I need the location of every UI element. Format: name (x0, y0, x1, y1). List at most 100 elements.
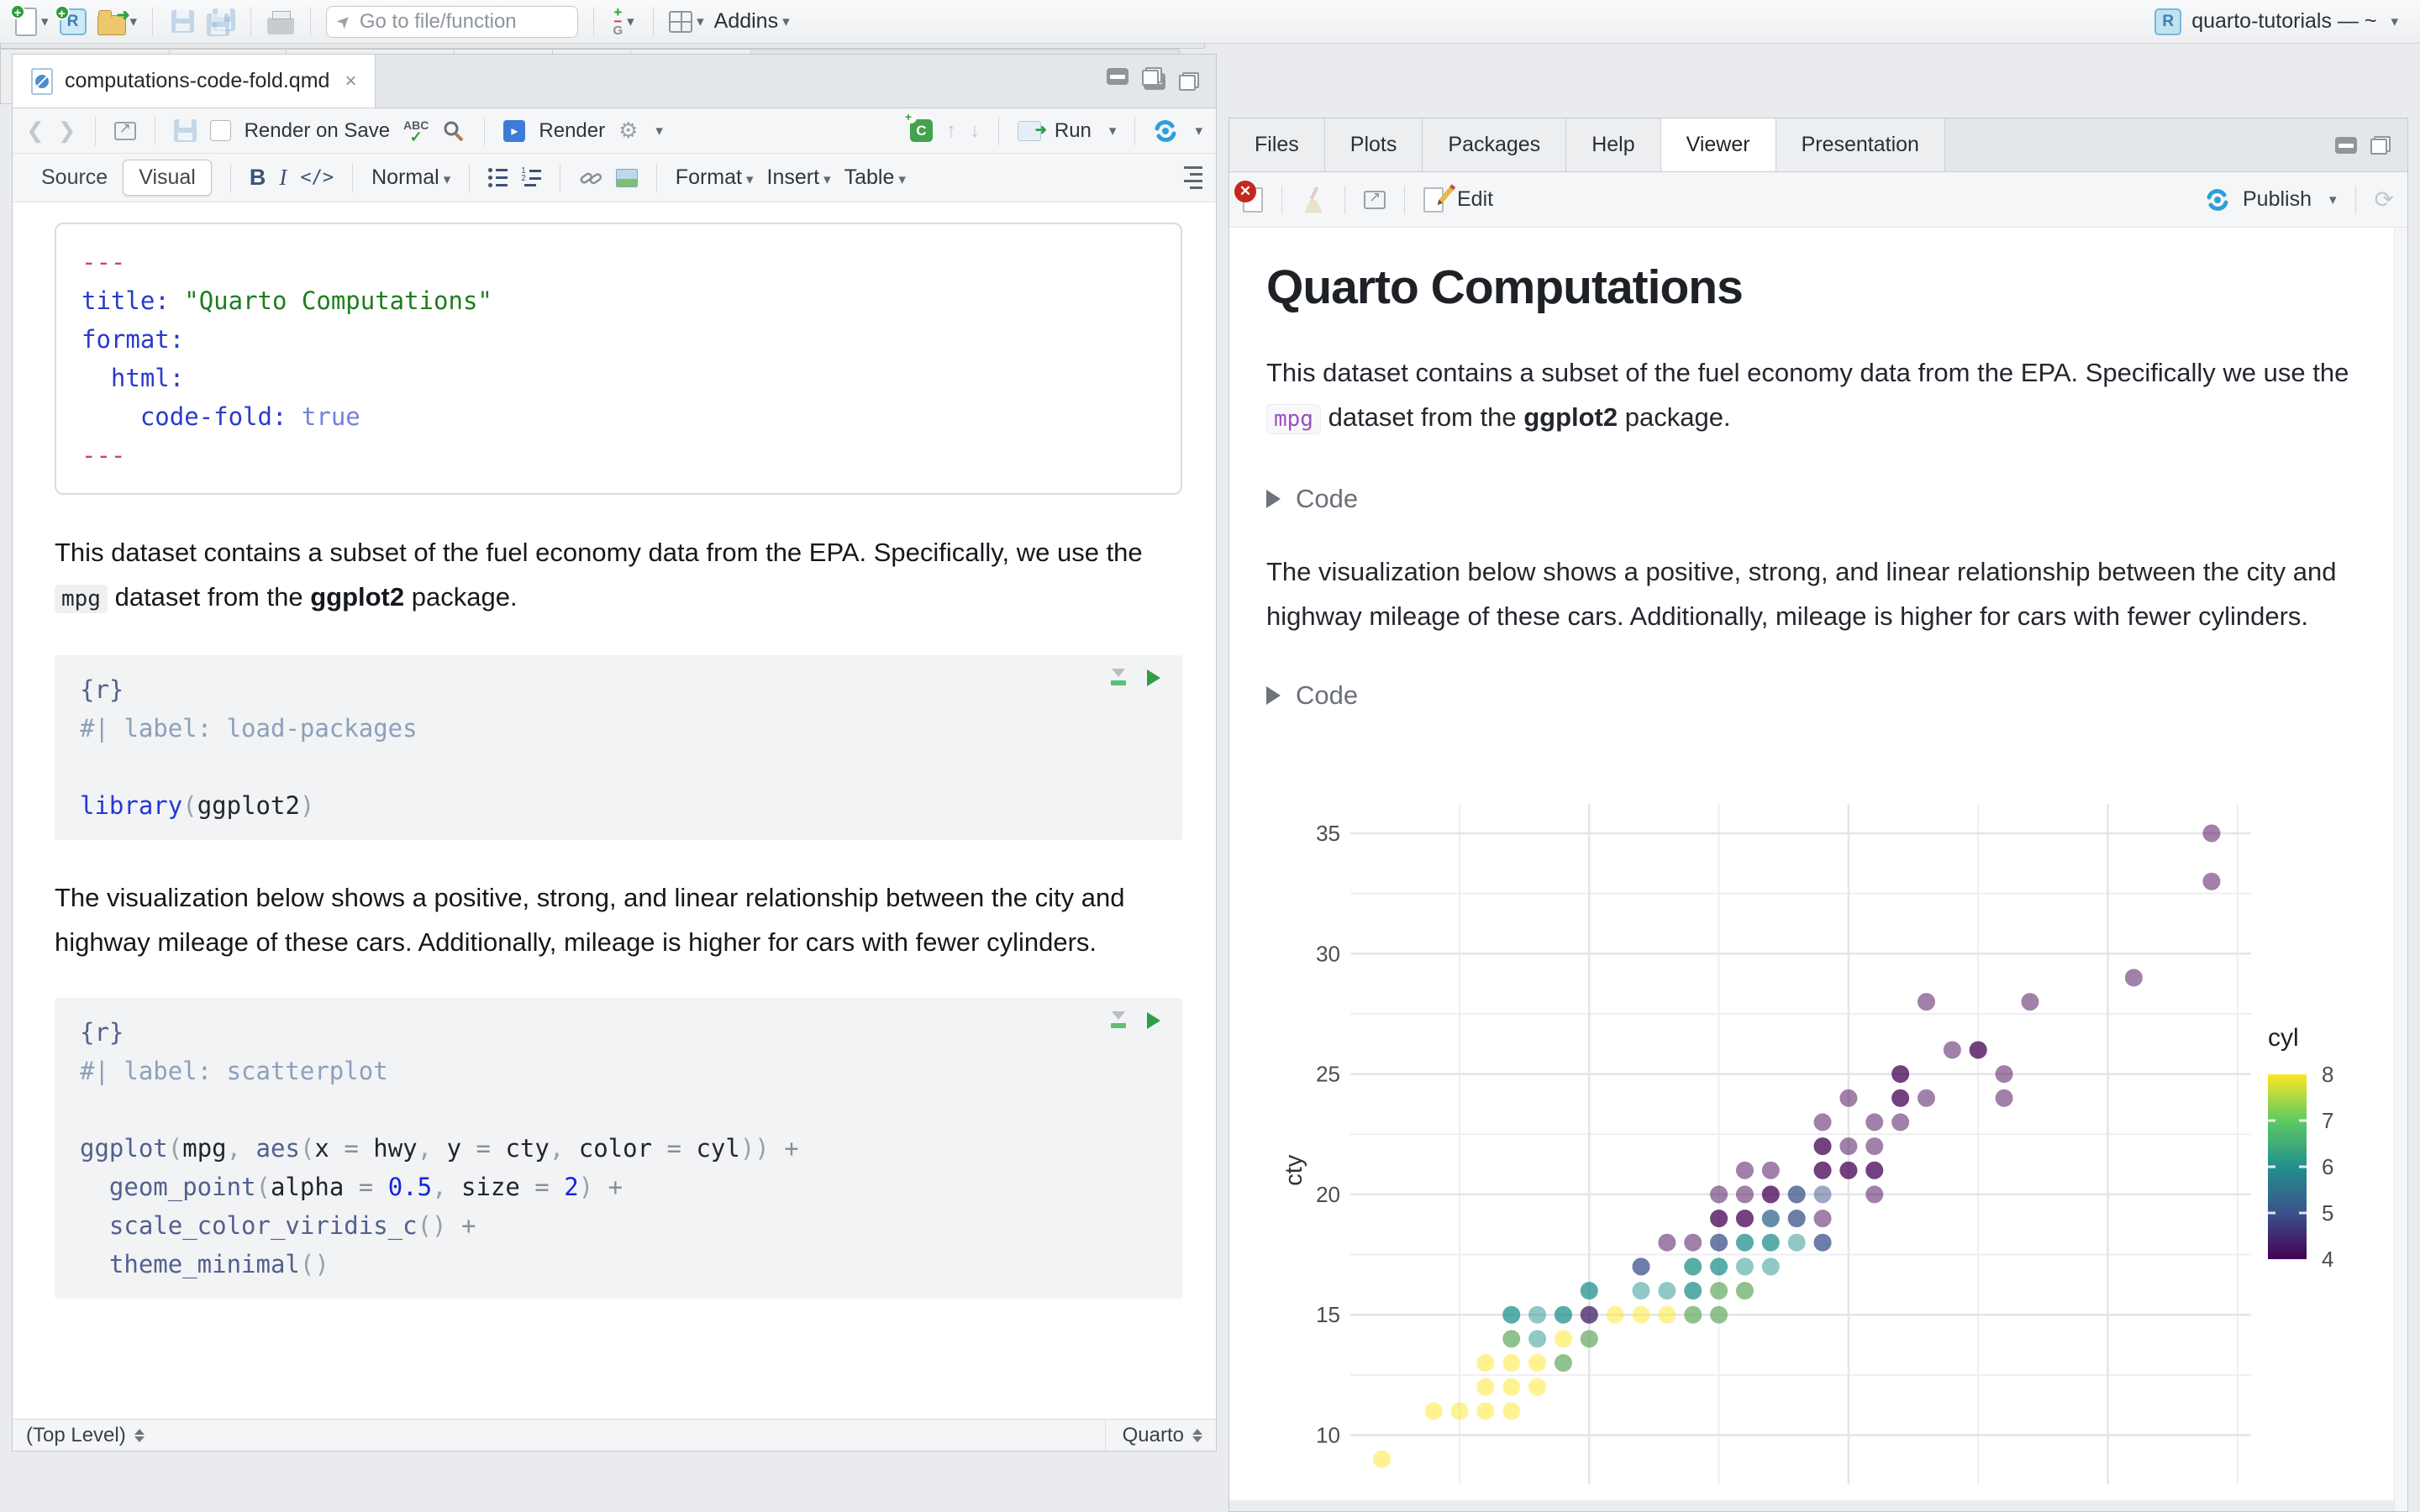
insert-menu[interactable]: Insert ▾ (767, 165, 831, 190)
italic-icon[interactable]: I (279, 165, 287, 191)
save-all-icon[interactable] (207, 5, 236, 39)
sync-menu-caret[interactable]: ▾ (1195, 123, 1202, 139)
data-point (1995, 1089, 2013, 1107)
publish-caret[interactable]: ▾ (2329, 192, 2337, 208)
code-line[interactable] (80, 748, 1157, 786)
code-line[interactable]: ggplot(mpg, aes(x = hwy, y = cty, color … (80, 1129, 1157, 1168)
yaml-front-matter[interactable]: --- title: "Quarto Computations" format: h… (55, 223, 1182, 495)
code-format-icon[interactable]: </> (300, 167, 334, 188)
maximize-pane-icon[interactable] (1179, 71, 1199, 91)
maximize-pane-icon[interactable] (1142, 67, 1162, 86)
outline-toggle-icon[interactable] (1184, 166, 1202, 189)
minimize-pane-icon[interactable] (1107, 68, 1128, 85)
run-chunk-icon[interactable] (1147, 669, 1160, 686)
save-icon[interactable] (168, 5, 197, 39)
run-chunks-above-icon[interactable] (1110, 1011, 1127, 1030)
table-menu[interactable]: Table ▾ (844, 165, 906, 190)
code-line[interactable]: --- (82, 243, 1155, 281)
tab-plots[interactable]: Plots (1324, 118, 1423, 171)
close-tab-icon[interactable]: × (345, 70, 356, 93)
maximize-pane-icon[interactable] (2370, 135, 2391, 155)
source-sync-icon[interactable] (1154, 119, 1177, 143)
render-options-caret[interactable]: ▾ (655, 123, 663, 139)
tab-presentation[interactable]: Presentation (1776, 118, 1945, 171)
spellcheck-icon[interactable]: ABC ✓ (403, 119, 429, 144)
print-icon[interactable] (266, 5, 295, 39)
code-line[interactable]: code-fold: true (82, 397, 1155, 436)
numbered-list-icon[interactable]: 1 2 (521, 167, 541, 186)
scope-caret-icon[interactable] (134, 1428, 145, 1442)
format-menu[interactable]: Format ▾ (676, 165, 754, 190)
editor-content[interactable]: --- title: "Quarto Computations" format: h… (13, 202, 1216, 1419)
image-icon[interactable] (615, 168, 638, 187)
code-line[interactable]: format: (82, 320, 1155, 359)
data-point (1813, 1210, 1832, 1228)
editor-tab[interactable]: computations-code-fold.qmd × (13, 55, 376, 108)
minimize-pane-icon[interactable] (2335, 136, 2357, 154)
tab-files[interactable]: Files (1229, 118, 1325, 171)
clear-viewer-icon[interactable]: ✕ (1234, 180, 1263, 213)
code-line[interactable]: --- (82, 436, 1155, 475)
open-new-window-icon[interactable] (113, 120, 136, 140)
code-line[interactable]: library(ggplot2) (80, 786, 1157, 825)
render-label[interactable]: Render (539, 119, 605, 143)
code-line[interactable]: title: "Quarto Computations" (82, 281, 1155, 320)
code-line[interactable]: scale_color_viridis_c() + (80, 1206, 1157, 1245)
gear-icon[interactable]: ⚙ (618, 118, 638, 144)
doc-type-selector[interactable]: Quarto (1104, 1420, 1202, 1451)
goto-file-input[interactable]: ➤ Go to file/function (326, 5, 579, 38)
run-label[interactable]: Run (1055, 119, 1092, 143)
code-line[interactable]: #| label: scatterplot (80, 1052, 1157, 1090)
code-line[interactable] (80, 1090, 1157, 1129)
data-point (1502, 1305, 1521, 1324)
code-line[interactable]: {r} (80, 1013, 1157, 1052)
new-project-icon[interactable]: R + (54, 4, 87, 39)
code-chunk-scatterplot[interactable]: {r} #| label: scatterplot ggplot(mpg, aes… (55, 998, 1182, 1299)
code-fold-toggle-2[interactable]: Code (1266, 680, 2407, 711)
search-icon[interactable] (442, 119, 466, 143)
publish-label[interactable]: Publish (2243, 187, 2312, 212)
open-in-new-window-icon[interactable] (1364, 189, 1386, 209)
new-file-icon[interactable]: + ▾ (10, 3, 49, 39)
insert-chunk-icon[interactable]: C (904, 112, 933, 142)
tab-viewer[interactable]: Viewer (1660, 118, 1776, 171)
render-icon[interactable]: ▸ (503, 119, 526, 142)
code-line[interactable]: theme_minimal() (80, 1245, 1157, 1284)
viewer-scrollbar[interactable] (2394, 228, 2407, 1511)
publish-icon[interactable] (2206, 188, 2229, 212)
bullet-list-icon[interactable] (488, 168, 508, 187)
tab-packages[interactable]: Packages (1423, 118, 1567, 171)
forward-icon[interactable]: ❯ (58, 118, 76, 144)
clear-all-broom-icon[interactable] (1301, 186, 1326, 213)
addins-menu[interactable]: Addins ▾ (714, 5, 790, 39)
version-control-icon[interactable]: + − G ▾ (609, 5, 638, 39)
code-line[interactable]: {r} (80, 670, 1157, 709)
code-fold-toggle-1[interactable]: Code (1266, 484, 2407, 514)
code-line[interactable]: #| label: load-packages (80, 709, 1157, 748)
visual-mode-button[interactable]: Visual (123, 160, 212, 196)
scope-selector[interactable]: (Top Level) (26, 1424, 126, 1447)
run-next-icon[interactable]: ↓ (970, 119, 980, 143)
save-document-icon[interactable] (173, 119, 197, 142)
run-chunk-icon[interactable] (1147, 1012, 1160, 1029)
paragraph-style-dropdown[interactable]: Normal ▾ (371, 165, 450, 190)
back-icon[interactable]: ❮ (26, 118, 45, 144)
tab-help[interactable]: Help (1566, 118, 1661, 171)
code-line[interactable]: geom_point(alpha = 0.5, size = 2) + (80, 1168, 1157, 1206)
bold-icon[interactable]: B (250, 165, 266, 191)
open-file-icon[interactable]: ➜ ▾ (97, 5, 137, 39)
run-menu-caret[interactable]: ▾ (1109, 123, 1117, 139)
code-chunk-load-packages[interactable]: {r} #| label: load-packages library(ggplo… (55, 655, 1182, 840)
source-mode-button[interactable]: Source (26, 160, 123, 195)
render-on-save-checkbox[interactable] (209, 120, 231, 141)
link-icon[interactable] (579, 166, 602, 190)
refresh-icon[interactable]: ⟳ (2375, 186, 2394, 213)
run-previous-icon[interactable]: ↑ (946, 119, 956, 143)
edit-label[interactable]: Edit (1457, 187, 1493, 212)
workspace-panes-icon[interactable]: ▾ (669, 5, 704, 39)
edit-file-icon[interactable] (1423, 186, 1455, 213)
run-icon[interactable] (1017, 120, 1047, 141)
code-line[interactable]: html: (82, 359, 1155, 397)
project-selector[interactable]: R quarto-tutorials — ~ ▾ (2154, 8, 2405, 35)
run-chunks-above-icon[interactable] (1110, 669, 1127, 687)
